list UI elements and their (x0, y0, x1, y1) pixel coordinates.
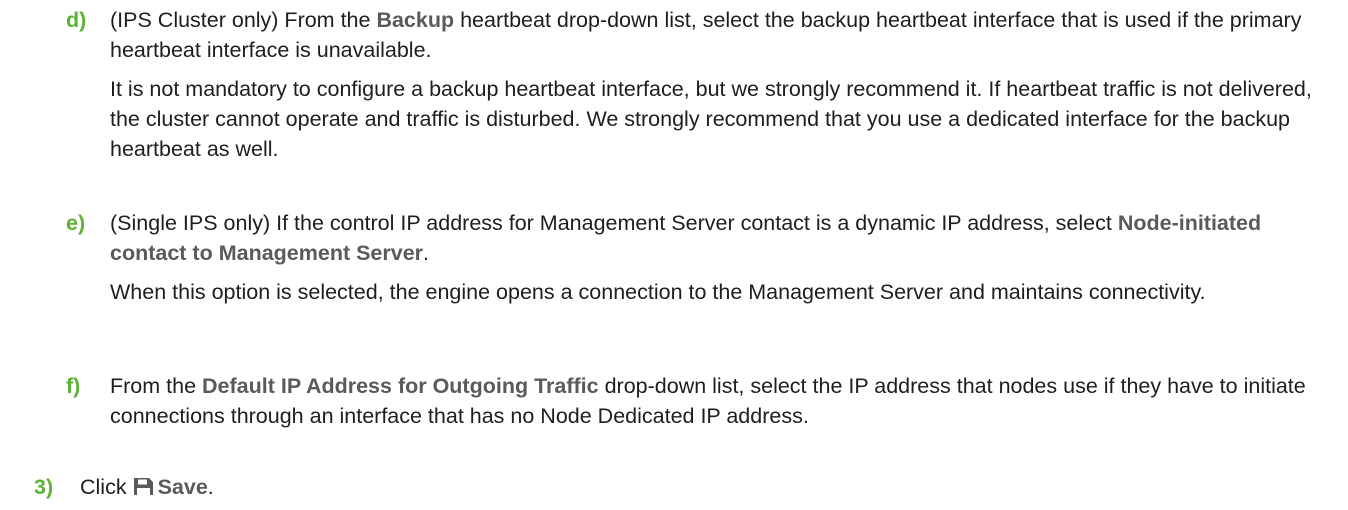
step-body: (Single IPS only) If the control IP addr… (110, 208, 1336, 307)
step-instruction: From the Default IP Address for Outgoing… (110, 374, 1306, 428)
step-marker: f) (66, 374, 81, 398)
step-body: Click Save. (80, 472, 1336, 502)
document-page: { "steps": { "d": { "marker": "d)", "p1_… (0, 0, 1348, 510)
ui-label-save: Save (157, 475, 208, 499)
step-marker: 3) (34, 475, 54, 499)
step-note: It is not mandatory to configure a backu… (110, 77, 1312, 161)
step-marker: d) (66, 8, 87, 32)
ui-label-backup: Backup (376, 8, 455, 32)
ui-label-default-ip-address: Default IP Address for Outgoing Traffic (202, 374, 599, 398)
step-instruction: (Single IPS only) If the control IP addr… (110, 211, 1262, 265)
save-icon (133, 478, 153, 495)
step-body: From the Default IP Address for Outgoing… (110, 371, 1336, 431)
step-instruction: Click Save. (80, 475, 214, 499)
step-instruction: (IPS Cluster only) From the Backup heart… (110, 8, 1302, 62)
step-body: (IPS Cluster only) From the Backup heart… (110, 5, 1336, 164)
step-note: When this option is selected, the engine… (110, 280, 1206, 304)
step-marker: e) (66, 211, 86, 235)
